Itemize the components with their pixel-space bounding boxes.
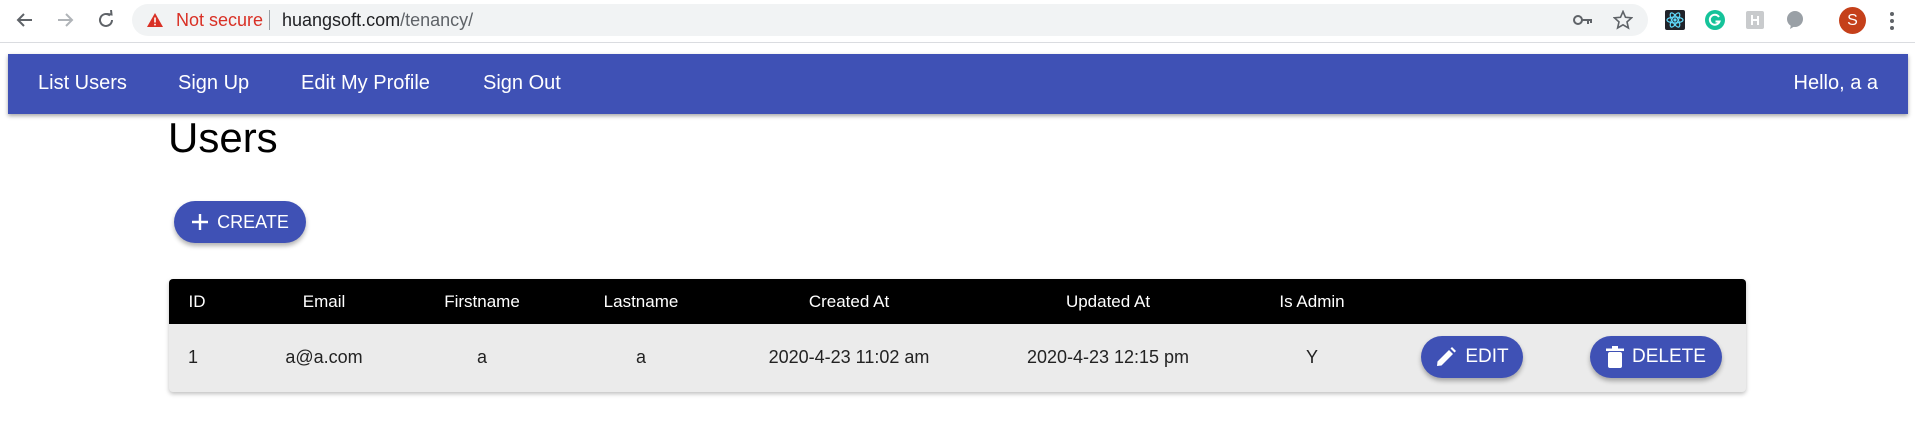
reload-button[interactable] <box>93 7 119 33</box>
back-arrow-icon <box>16 13 32 27</box>
edit-button[interactable]: EDIT <box>1421 336 1523 378</box>
edit-button-label: EDIT <box>1465 346 1509 367</box>
security-indicator[interactable]: Not secure <box>176 10 263 31</box>
cell-is-admin: Y <box>1305 347 1319 367</box>
browser-menu-button[interactable] <box>1880 8 1904 34</box>
react-icon <box>1665 10 1685 30</box>
key-icon <box>1573 15 1592 25</box>
table-header: ID Email Firstname Lastname Created At U… <box>169 279 1746 324</box>
bookmark-button[interactable] <box>1612 9 1634 31</box>
create-button[interactable]: CREATE <box>174 201 306 243</box>
cell-firstname: a <box>476 347 488 367</box>
users-table: ID Email Firstname Lastname Created At U… <box>169 279 1746 392</box>
url-host: huangsoft.com <box>282 10 401 30</box>
app-navbar: List Users Sign Up Edit My Profile Sign … <box>8 54 1908 114</box>
delete-button[interactable]: DELETE <box>1590 336 1722 378</box>
nav-sign-out[interactable]: Sign Out <box>483 72 561 95</box>
column-header-is-admin: Is Admin <box>1279 292 1345 311</box>
pencil-icon <box>1437 347 1457 366</box>
url-text[interactable]: huangsoft.com/tenancy/ <box>282 10 473 31</box>
grammarly-extension[interactable] <box>1704 9 1726 31</box>
column-header-created-at: Created At <box>808 292 890 311</box>
star-icon <box>1613 10 1633 30</box>
column-header-email: Email <box>302 292 346 311</box>
create-button-label: CREATE <box>217 211 289 232</box>
back-button[interactable] <box>12 7 38 33</box>
extension-chat-button[interactable] <box>1784 9 1806 31</box>
cell-updated-at: 2020-4-23 12:15 pm <box>1026 347 1190 367</box>
column-header-firstname: Firstname <box>444 292 520 311</box>
more-vert-icon <box>1890 12 1894 30</box>
column-header-updated-at: Updated At <box>1065 292 1151 311</box>
cell-id: 1 <box>187 347 199 367</box>
reload-icon <box>99 10 113 27</box>
address-separator <box>269 10 270 30</box>
profile-avatar[interactable]: S <box>1839 7 1866 34</box>
delete-button-label: DELETE <box>1632 346 1706 367</box>
address-bar[interactable]: Not secure huangsoft.com/tenancy/ <box>132 4 1648 36</box>
forward-arrow-icon <box>58 13 74 27</box>
cell-lastname: a <box>635 347 647 367</box>
warning-icon <box>147 13 163 27</box>
nav-edit-my-profile[interactable]: Edit My Profile <box>301 72 430 95</box>
nav-list-users[interactable]: List Users <box>38 72 127 95</box>
nav-sign-up[interactable]: Sign Up <box>178 72 249 95</box>
extension-gray-button[interactable] <box>1744 9 1766 31</box>
url-path: /tenancy/ <box>400 10 474 30</box>
cell-created-at: 2020-4-23 11:02 am <box>768 347 930 367</box>
column-header-lastname: Lastname <box>603 292 679 311</box>
forward-button[interactable] <box>52 7 78 33</box>
page-title: Users <box>168 114 278 161</box>
password-key-button[interactable] <box>1572 9 1594 31</box>
chat-bubble-icon <box>1787 11 1803 29</box>
column-header-id: ID <box>188 292 206 311</box>
plus-icon <box>192 214 209 230</box>
browser-toolbar: Not secure huangsoft.com/tenancy/ S <box>0 0 1915 43</box>
user-greeting: Hello, a a <box>1793 72 1879 94</box>
trash-icon <box>1606 346 1625 368</box>
react-devtools-extension[interactable] <box>1664 9 1686 31</box>
extension-puzzle-icon <box>1746 11 1764 29</box>
cell-email: a@a.com <box>285 347 363 367</box>
grammarly-icon <box>1705 10 1725 30</box>
